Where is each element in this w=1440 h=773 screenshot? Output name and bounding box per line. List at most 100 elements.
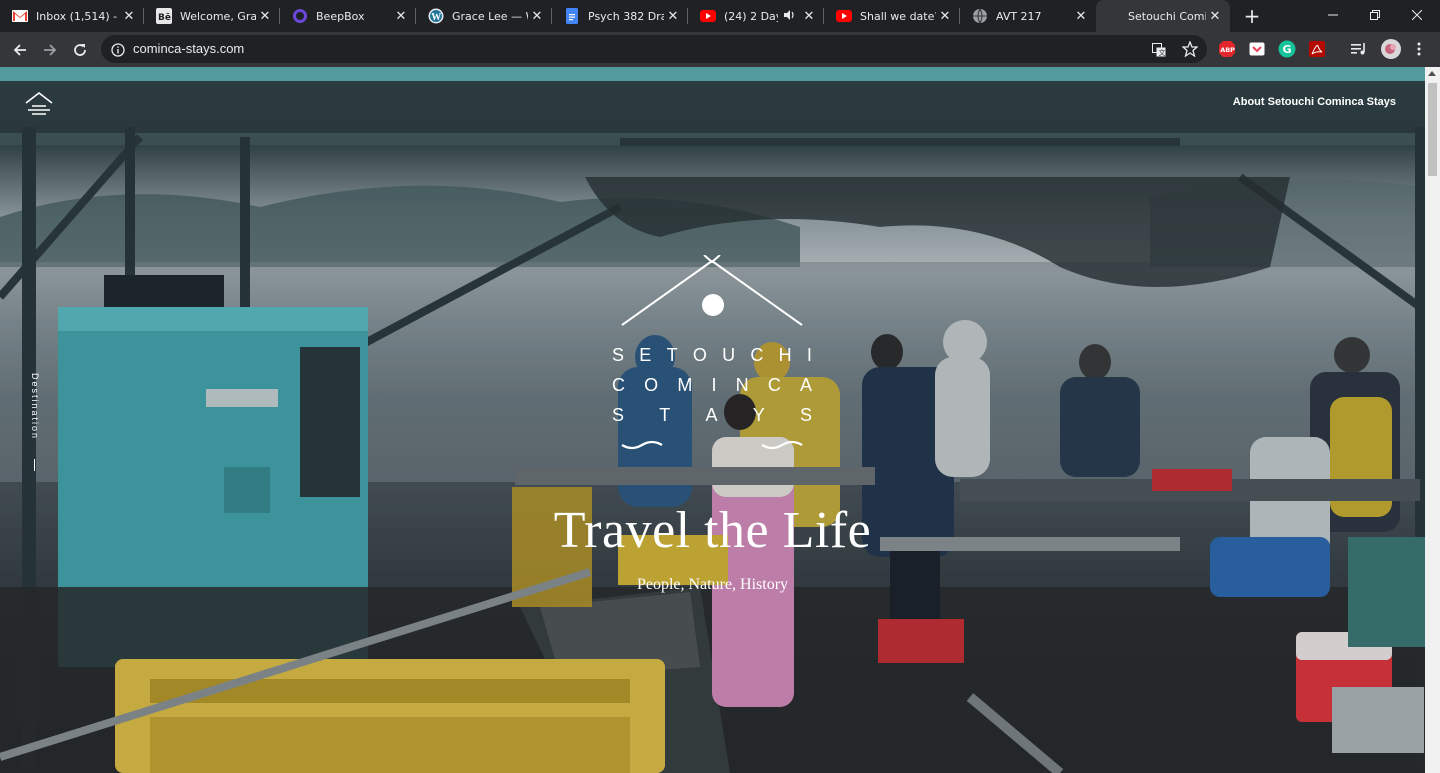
- behance-icon: Bē: [156, 8, 172, 24]
- brand-letter: O: [692, 345, 707, 365]
- close-tab-icon[interactable]: ✕: [1072, 9, 1090, 24]
- brand-letter: S: [612, 345, 625, 365]
- info-icon[interactable]: [111, 42, 125, 57]
- tab-title: Psych 382 Draf: [588, 9, 664, 23]
- minimize-button[interactable]: [1310, 0, 1356, 30]
- tab-wordpress[interactable]: W Grace Lee — W ✕: [416, 0, 552, 32]
- scrollbar-thumb[interactable]: [1428, 83, 1437, 176]
- tab-setouchi[interactable]: Setouchi Comi ✕: [1096, 0, 1230, 32]
- back-button[interactable]: [6, 36, 34, 64]
- brand-letter: U: [722, 345, 736, 365]
- destination-label: Destination: [30, 373, 40, 441]
- brand-letter: M: [677, 375, 693, 395]
- speaker-icon[interactable]: [784, 9, 796, 23]
- brand-letter: Y: [752, 405, 765, 425]
- url-text: cominca-stays.com: [133, 41, 245, 56]
- tab-google-docs[interactable]: Psych 382 Draf ✕: [552, 0, 688, 32]
- roof-logo-icon: [621, 255, 803, 326]
- tab-title: Setouchi Comi: [1128, 9, 1206, 23]
- tab-avt[interactable]: AVT 217 ✕: [960, 0, 1096, 32]
- translate-icon[interactable]: 文: [1152, 42, 1166, 57]
- scroll-up-icon[interactable]: [1428, 71, 1436, 76]
- new-tab-button[interactable]: +: [1242, 6, 1262, 26]
- brand-letter: O: [644, 375, 659, 395]
- home-logo-icon[interactable]: [24, 91, 54, 117]
- brand-line-setouchi: S E T O U C H I: [612, 345, 812, 366]
- brand-letter: E: [639, 345, 652, 365]
- tab-title: BeepBox: [316, 9, 365, 23]
- tab-gmail[interactable]: Inbox (1,514) - ✕: [0, 0, 144, 32]
- close-tab-icon[interactable]: ✕: [800, 9, 818, 24]
- svg-text:文: 文: [1159, 48, 1166, 57]
- acrobat-icon[interactable]: [1308, 40, 1326, 58]
- close-tab-icon[interactable]: ✕: [256, 9, 274, 24]
- brand-letter: S: [612, 405, 625, 425]
- close-tab-icon[interactable]: ✕: [528, 9, 546, 24]
- svg-text:ABP: ABP: [1220, 46, 1235, 54]
- tab-title: Grace Lee — W: [452, 9, 528, 23]
- tab-title: Shall we date?: [860, 9, 936, 23]
- side-divider: [34, 459, 35, 471]
- tab-title: (24) 2 Days: [724, 9, 778, 23]
- media-control-icon[interactable]: [1350, 40, 1368, 58]
- brand-letter: T: [666, 345, 678, 365]
- brand-letter: C: [612, 375, 625, 395]
- youtube-icon: [836, 8, 852, 24]
- adblock-plus-icon[interactable]: ABP: [1218, 40, 1236, 58]
- hero-section: About Setouchi Cominca Stays Destination…: [0, 67, 1425, 773]
- globe-icon: [972, 8, 988, 24]
- bookmark-star-icon[interactable]: [1181, 40, 1199, 58]
- brand-letter: N: [735, 375, 749, 395]
- svg-text:W: W: [431, 12, 441, 23]
- brand-letter: S: [799, 405, 812, 425]
- forward-button[interactable]: [36, 36, 64, 64]
- about-nav-link[interactable]: About Setouchi Cominca Stays: [1233, 96, 1396, 108]
- wave-ornament-icon: [621, 440, 803, 450]
- tab-title: Welcome, Grac: [180, 9, 256, 23]
- tab-title: AVT 217: [996, 9, 1042, 23]
- avatar[interactable]: [1380, 38, 1402, 60]
- tab-title: Inbox (1,514) -: [36, 9, 118, 23]
- tab-beepbox[interactable]: BeepBox ✕: [280, 0, 416, 32]
- reload-icon: [74, 44, 86, 56]
- tab-youtube-audio[interactable]: (24) 2 Days ✕: [688, 0, 824, 32]
- close-tab-icon[interactable]: ✕: [1206, 9, 1224, 24]
- tab-strip: Inbox (1,514) - ✕ Bē Welcome, Grac ✕ Bee…: [0, 0, 1440, 32]
- close-window-button[interactable]: [1394, 0, 1440, 30]
- restore-button[interactable]: [1352, 0, 1398, 30]
- brand-line-stays: S T A Y S: [612, 405, 812, 426]
- close-tab-icon[interactable]: ✕: [120, 9, 138, 24]
- hero-subtitle: People, Nature, History: [636, 576, 789, 593]
- close-tab-icon[interactable]: ✕: [936, 9, 954, 24]
- brand-letter: T: [659, 405, 671, 425]
- svg-text:G: G: [1283, 43, 1292, 56]
- tab-youtube[interactable]: Shall we date? ✕: [824, 0, 960, 32]
- tab-behance[interactable]: Bē Welcome, Grac ✕: [144, 0, 280, 32]
- grammarly-icon[interactable]: G: [1278, 40, 1296, 58]
- address-bar[interactable]: cominca-stays.com 文: [101, 35, 1207, 63]
- destination-side-link[interactable]: Destination: [28, 373, 42, 473]
- brand-letter: H: [778, 345, 792, 365]
- beepbox-icon: [292, 8, 308, 24]
- gmail-icon: [12, 8, 28, 24]
- hero-title: Travel the Life: [553, 502, 872, 559]
- reload-button[interactable]: [66, 36, 94, 64]
- brand-line-cominca: C O M I N C A: [612, 375, 812, 396]
- brand-letter: A: [705, 405, 718, 425]
- youtube-icon: [700, 8, 716, 24]
- browser-toolbar: cominca-stays.com 文 ABP G: [0, 32, 1440, 67]
- page-scrollbar[interactable]: [1425, 67, 1440, 773]
- close-tab-icon[interactable]: ✕: [392, 9, 410, 24]
- brand-logo: S E T O U C H I C O M I N C A S T A Y S: [612, 255, 812, 455]
- kebab-menu-icon[interactable]: [1410, 40, 1428, 58]
- arrow-right-icon: [44, 44, 57, 56]
- svg-text:Bē: Bē: [158, 13, 171, 23]
- page-viewport: About Setouchi Cominca Stays Destination…: [0, 67, 1440, 773]
- arrow-left-icon: [13, 44, 26, 56]
- brand-letter: C: [767, 375, 781, 395]
- brand-letter: I: [711, 375, 717, 395]
- brand-letter: A: [799, 375, 812, 395]
- pocket-icon[interactable]: [1248, 40, 1266, 58]
- wordpress-icon: W: [428, 8, 444, 24]
- close-tab-icon[interactable]: ✕: [664, 9, 682, 24]
